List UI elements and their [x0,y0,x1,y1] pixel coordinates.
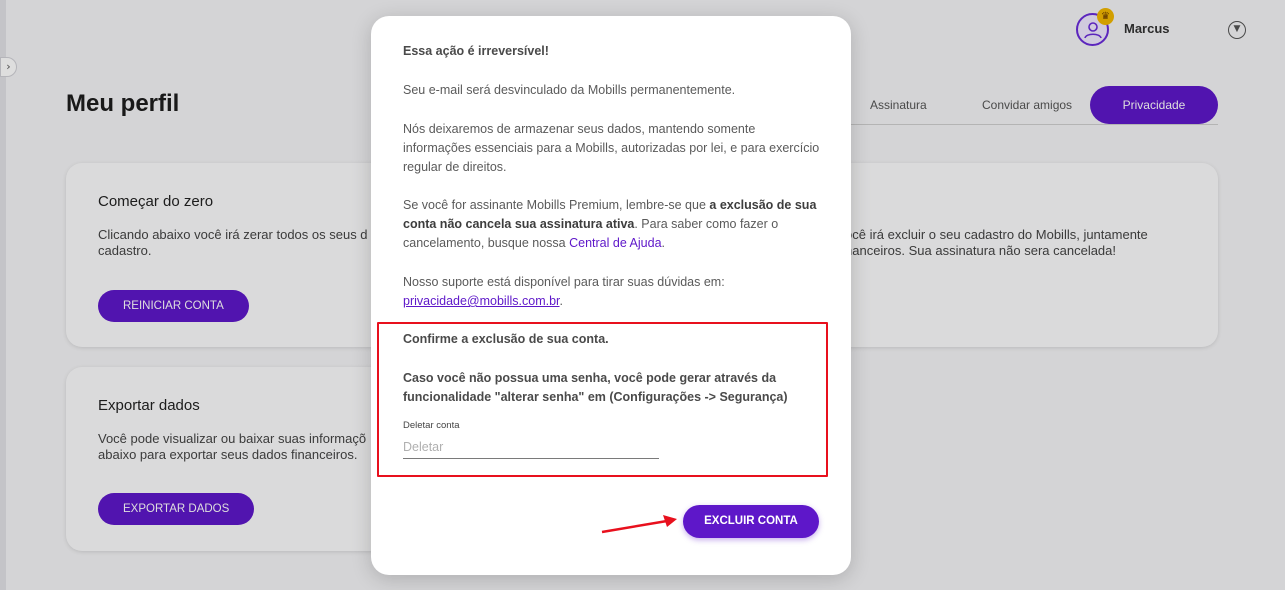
help-center-link[interactable]: Central de Ajuda [569,236,661,250]
confirm-title: Confirme a exclusão de sua conta. [403,332,609,346]
confirm-note: Caso você não possua uma senha, você pod… [403,371,788,404]
support-text: Nosso suporte está disponível para tirar… [403,275,725,289]
modal-heading: Essa ação é irreversível! [403,44,549,58]
modal-paragraph-email: Seu e-mail será desvinculado da Mobills … [403,83,736,97]
delete-field-label: Deletar conta [403,420,460,431]
premium-text-end: . [661,236,666,250]
premium-text-start: Se você for assinante Mobills Premium, l… [403,198,710,212]
modal-paragraph-premium: Se você for assinante Mobills Premium, l… [403,196,823,253]
delete-account-modal: Essa ação é irreversível! Seu e-mail ser… [371,16,851,575]
modal-paragraph-support: Nosso suporte está disponível para tirar… [403,273,823,311]
support-email-link[interactable]: privacidade@mobills.com.br [403,294,560,308]
red-arrow-annotation [601,515,677,534]
delete-confirm-input[interactable] [403,435,659,459]
delete-account-button[interactable]: EXCLUIR CONTA [683,505,819,538]
modal-paragraph-data: Nós deixaremos de armazenar seus dados, … [403,122,820,174]
support-text-end: . [559,294,563,308]
